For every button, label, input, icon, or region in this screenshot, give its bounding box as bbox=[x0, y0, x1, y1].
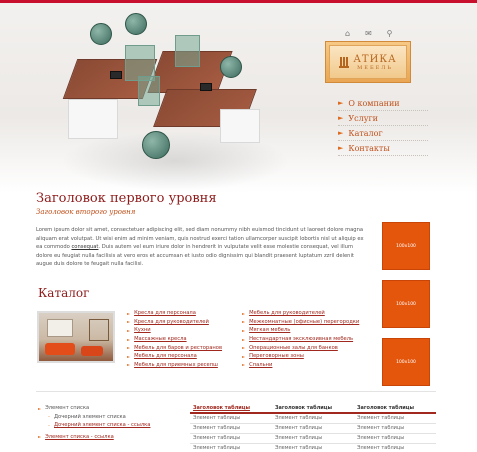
bullet-arrow-icon: ► bbox=[242, 362, 246, 368]
list-item[interactable]: ► Кухни bbox=[127, 326, 222, 335]
catalog-image bbox=[37, 311, 115, 363]
logo-subtitle: МЕБЕЛЬ bbox=[357, 64, 393, 71]
table-cell: Элемент таблицы bbox=[190, 423, 272, 434]
arrow-right-icon: ► bbox=[338, 114, 344, 122]
nav-item-about[interactable]: ► О компании bbox=[338, 96, 428, 111]
ad-banner-2[interactable]: 100x100 bbox=[382, 280, 430, 328]
list-item-link[interactable]: ► Элемент списка - ссылка bbox=[38, 433, 150, 442]
bullet-arrow-icon: ► bbox=[127, 336, 131, 342]
intro-paragraph: Lorem ipsum dolor sit amet, consectetuer… bbox=[36, 227, 364, 267]
bullet-arrow-icon: ► bbox=[242, 345, 246, 351]
arrow-right-icon: ► bbox=[338, 144, 344, 152]
list-item: ► Элемент списка bbox=[38, 405, 90, 412]
list-item[interactable]: ► Мебель для руководителей bbox=[242, 309, 359, 318]
table-cell: Элемент таблицы bbox=[354, 443, 436, 452]
ad-banner-1[interactable]: 100x100 bbox=[382, 222, 430, 270]
logo-title: АТИКА bbox=[353, 53, 397, 65]
list-subitem: – Дочерний элемент списка bbox=[48, 413, 126, 420]
table-cell: Элемент таблицы bbox=[190, 413, 272, 424]
table-cell: Элемент таблицы bbox=[354, 423, 436, 434]
page-title: Заголовок первого уровня bbox=[36, 191, 217, 206]
bullet-arrow-icon: ► bbox=[127, 362, 131, 368]
paragraph-link[interactable]: consequat bbox=[71, 244, 98, 250]
bullet-arrow-icon: ► bbox=[242, 353, 246, 359]
catalog-title: Каталог bbox=[38, 286, 90, 300]
sample-list: ► Элемент списка – Дочерний элемент списка… bbox=[38, 404, 150, 441]
bullet-arrow-icon: ► bbox=[127, 353, 131, 359]
list-item[interactable]: ► Мебель для баров и ресторанов bbox=[127, 343, 222, 352]
table-row: Элемент таблицы Элемент таблицы Элемент та… bbox=[190, 423, 436, 434]
section-divider bbox=[36, 391, 436, 392]
list-item[interactable]: ► Кресла для руководителей bbox=[127, 318, 222, 327]
office-furniture-image bbox=[50, 13, 300, 191]
table-cell: Элемент таблицы bbox=[354, 433, 436, 444]
home-icon[interactable]: ⌂ bbox=[343, 29, 352, 38]
logo-mark-icon bbox=[339, 56, 350, 68]
bullet-arrow-icon: ► bbox=[127, 319, 131, 325]
nav-item-contacts[interactable]: ► Контакты bbox=[338, 141, 428, 156]
mail-icon[interactable]: ✉ bbox=[364, 29, 373, 38]
ad-banner-3[interactable]: 100x100 bbox=[382, 338, 430, 386]
search-icon[interactable]: ⚲ bbox=[385, 29, 394, 38]
header-icons: ⌂ ✉ ⚲ bbox=[343, 29, 394, 38]
catalog-list-1: ► Кресла для персонала ► Кресла для руково… bbox=[127, 309, 222, 369]
bullet-arrow-icon: ► bbox=[127, 345, 131, 351]
bullet-arrow-icon: ► bbox=[127, 310, 131, 316]
table-header-row: Заголовок таблицы Заголовок таблицы Заго… bbox=[190, 403, 436, 414]
table-header: Заголовок таблицы bbox=[272, 403, 354, 414]
bullet-arrow-icon: ► bbox=[242, 319, 246, 325]
table-header: Заголовок таблицы bbox=[354, 403, 436, 414]
bullet-dash-icon: – bbox=[48, 422, 50, 428]
nav-item-services[interactable]: ► Услуги bbox=[338, 111, 428, 126]
page-subtitle: Заголовок второго уровня bbox=[36, 208, 136, 216]
sample-table: Заголовок таблицы Заголовок таблицы Заго… bbox=[190, 403, 436, 452]
nav-item-catalog[interactable]: ► Каталог bbox=[338, 126, 428, 141]
arrow-right-icon: ► bbox=[338, 129, 344, 137]
table-cell: Элемент таблицы bbox=[272, 413, 354, 424]
arrow-right-icon: ► bbox=[338, 99, 344, 107]
list-subitem-link[interactable]: – Дочерний элемент списка - ссылка bbox=[38, 421, 150, 430]
bullet-arrow-icon: ► bbox=[38, 405, 42, 411]
list-item[interactable]: ► Мебель для приемных ресепш bbox=[127, 361, 222, 370]
bullet-arrow-icon: ► bbox=[242, 336, 246, 342]
bullet-arrow-icon: ► bbox=[127, 327, 131, 333]
logo[interactable]: АТИКА МЕБЕЛЬ bbox=[325, 41, 411, 83]
list-item[interactable]: ► Мягкая мебель bbox=[242, 326, 359, 335]
table-cell: Элемент таблицы bbox=[272, 443, 354, 452]
hero-banner: ⌂ ✉ ⚲ АТИКА МЕБЕЛЬ ► О компании ► Услуги ►… bbox=[0, 3, 477, 193]
list-item[interactable]: ► Нестандартная эксклюзивная мебель bbox=[242, 335, 359, 344]
table-row: Элемент таблицы Элемент таблицы Элемент та… bbox=[190, 413, 436, 424]
main-nav: ► О компании ► Услуги ► Каталог ► Контакты bbox=[338, 96, 428, 156]
bullet-arrow-icon: ► bbox=[242, 327, 246, 333]
bullet-arrow-icon: ► bbox=[38, 434, 42, 440]
list-item[interactable]: ► Кресла для персонала bbox=[127, 309, 222, 318]
list-item[interactable]: ► Массажные кресла bbox=[127, 335, 222, 344]
table-cell: Элемент таблицы bbox=[354, 413, 436, 424]
list-item[interactable]: ► Мебель для персонала bbox=[127, 352, 222, 361]
table-header-sortable[interactable]: Заголовок таблицы bbox=[190, 403, 272, 414]
list-item[interactable]: ► Межкомнатные (офисные) перегородки bbox=[242, 318, 359, 327]
table-cell: Элемент таблицы bbox=[272, 433, 354, 444]
table-row: Элемент таблицы Элемент таблицы Элемент та… bbox=[190, 443, 436, 452]
catalog-list-2: ► Мебель для руководителей ► Межкомнатные … bbox=[242, 309, 359, 369]
table-cell: Элемент таблицы bbox=[190, 433, 272, 444]
list-item[interactable]: ► Спальни bbox=[242, 361, 359, 370]
table-row: Элемент таблицы Элемент таблицы Элемент та… bbox=[190, 433, 436, 444]
table-cell: Элемент таблицы bbox=[190, 443, 272, 452]
list-item[interactable]: ► Переговорные зоны bbox=[242, 352, 359, 361]
bullet-arrow-icon: ► bbox=[242, 310, 246, 316]
bullet-dash-icon: – bbox=[48, 414, 50, 420]
list-item[interactable]: ► Операционные залы для банков bbox=[242, 343, 359, 352]
table-cell: Элемент таблицы bbox=[272, 423, 354, 434]
